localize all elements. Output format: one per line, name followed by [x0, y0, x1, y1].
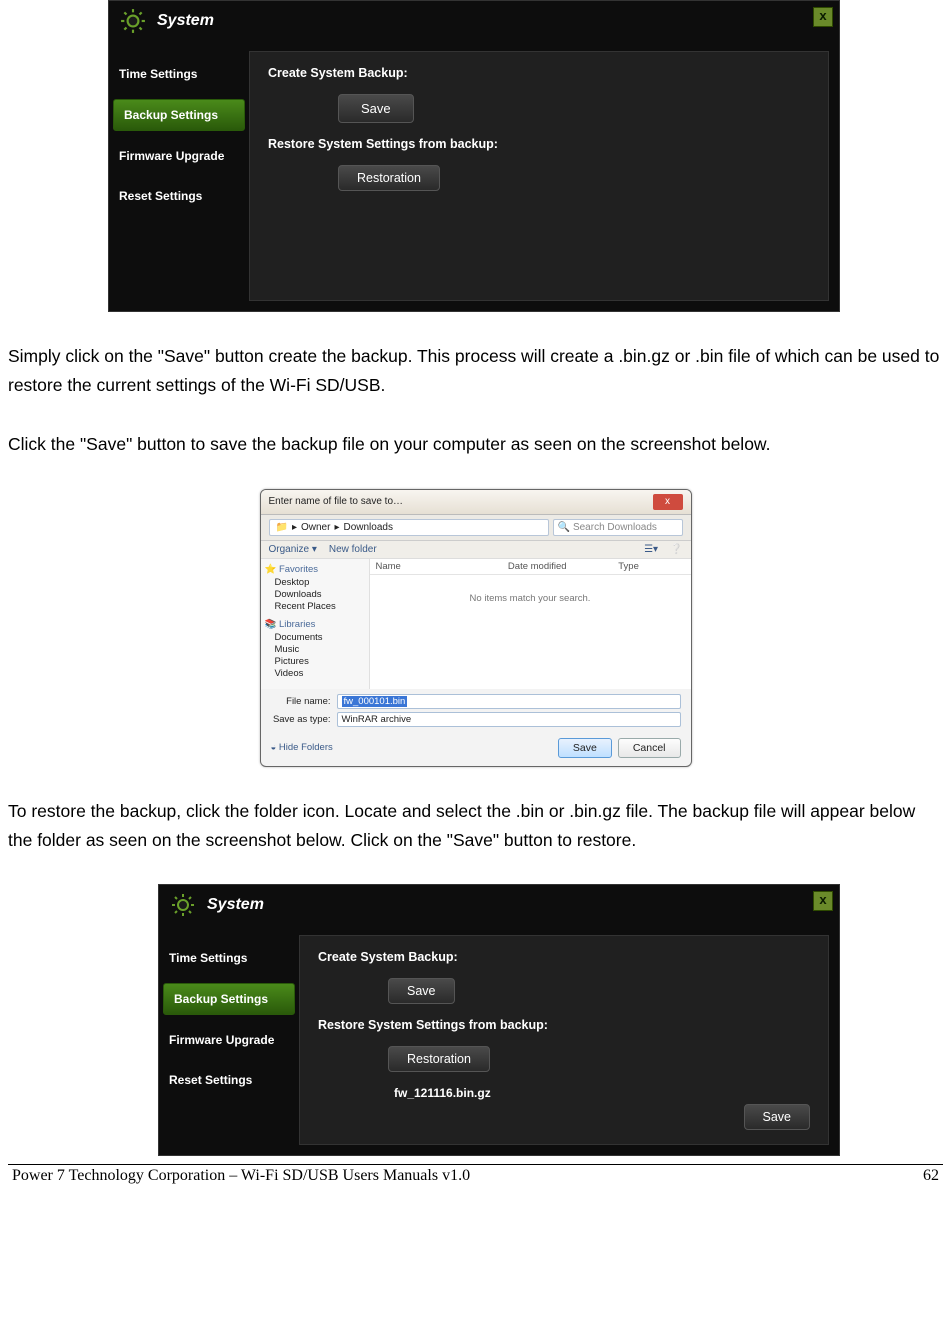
dialog-cancel-button[interactable]: Cancel — [618, 738, 681, 758]
system-nav: Time Settings Backup Settings Firmware U… — [109, 41, 249, 311]
system-panel-2: System x Time Settings Backup Settings F… — [158, 884, 840, 1156]
nav-reset-settings[interactable]: Reset Settings — [159, 1065, 299, 1095]
restore-backup-label: Restore System Settings from backup: — [318, 1018, 810, 1032]
gear-icon — [169, 891, 197, 919]
dialog-save-button[interactable]: Save — [558, 738, 612, 758]
system-panel-header: System x — [159, 885, 839, 925]
nav-backup-settings[interactable]: Backup Settings — [163, 983, 295, 1015]
system-panel-header: System x — [109, 1, 839, 41]
close-icon[interactable]: x — [653, 494, 683, 510]
path-part-owner[interactable]: Owner — [301, 522, 330, 533]
restoration-button[interactable]: Restoration — [338, 165, 440, 191]
folder-tree: ⭐ Favorites Desktop Downloads Recent Pla… — [261, 559, 370, 689]
col-date[interactable]: Date modified — [508, 561, 618, 572]
nav-backup-settings[interactable]: Backup Settings — [113, 99, 245, 131]
save-button[interactable]: Save — [338, 94, 414, 123]
file-list-columns: Name Date modified Type — [370, 559, 691, 575]
gear-icon — [119, 7, 147, 35]
tree-downloads[interactable]: Downloads — [265, 589, 365, 600]
tree-documents[interactable]: Documents — [265, 632, 365, 643]
paragraph-2: Click the "Save" button to save the back… — [8, 430, 943, 459]
system-content: Create System Backup: Save Restore Syste… — [299, 935, 829, 1145]
file-list: Name Date modified Type No items match y… — [370, 559, 691, 689]
save-button[interactable]: Save — [388, 978, 455, 1004]
search-placeholder: Search Downloads — [573, 522, 657, 533]
footer-page-number: 62 — [923, 1167, 939, 1185]
save-type-select[interactable]: WinRAR archive — [337, 712, 681, 727]
file-name-label: File name: — [271, 696, 331, 707]
save-dialog-title: Enter name of file to save to… — [269, 496, 404, 507]
save-dialog-addressbar: 📁 ▸ Owner ▸ Downloads 🔍 Search Downloads — [261, 515, 691, 541]
nav-firmware-upgrade[interactable]: Firmware Upgrade — [109, 141, 249, 171]
path-part-downloads[interactable]: Downloads — [343, 522, 392, 533]
search-icon: 🔍 — [558, 522, 570, 533]
save-type-label: Save as type: — [271, 714, 331, 725]
view-icon[interactable]: ☰▾ — [644, 544, 658, 555]
nav-time-settings[interactable]: Time Settings — [109, 59, 249, 89]
system-panel-1: System x Time Settings Backup Settings F… — [108, 0, 840, 312]
restore-file-name: fw_121116.bin.gz — [318, 1086, 810, 1100]
nav-firmware-upgrade[interactable]: Firmware Upgrade — [159, 1025, 299, 1055]
save-dialog-toolbar: Organize ▾ New folder ☰▾ ❔ — [261, 541, 691, 559]
tree-music[interactable]: Music — [265, 644, 365, 655]
hide-folders-link[interactable]: ◒ Hide Folders — [271, 742, 552, 753]
footer-rule — [8, 1164, 943, 1165]
file-name-input[interactable]: fw_000101.bin — [337, 694, 681, 709]
close-icon[interactable]: x — [813, 891, 833, 911]
path-breadcrumb[interactable]: 📁 ▸ Owner ▸ Downloads — [269, 519, 549, 536]
system-panel-title: System — [207, 896, 264, 914]
nav-reset-settings[interactable]: Reset Settings — [109, 181, 249, 211]
close-icon[interactable]: x — [813, 7, 833, 27]
file-list-empty: No items match your search. — [370, 575, 691, 604]
system-content: Create System Backup: Save Restore Syste… — [249, 51, 829, 301]
system-nav: Time Settings Backup Settings Firmware U… — [159, 925, 299, 1155]
help-icon[interactable]: ❔ — [670, 544, 682, 555]
col-name[interactable]: Name — [376, 561, 508, 572]
create-backup-label: Create System Backup: — [268, 66, 810, 80]
folder-icon: 📁 — [276, 522, 288, 533]
paragraph-3: To restore the backup, click the folder … — [8, 797, 943, 855]
new-folder-button[interactable]: New folder — [329, 544, 377, 555]
save-dialog-titlebar: Enter name of file to save to… x — [261, 490, 691, 515]
tree-libraries[interactable]: 📚 Libraries — [265, 618, 365, 631]
tree-favorites[interactable]: ⭐ Favorites — [265, 563, 365, 576]
tree-desktop[interactable]: Desktop — [265, 577, 365, 588]
search-input[interactable]: 🔍 Search Downloads — [553, 519, 683, 536]
page-footer: Power 7 Technology Corporation – Wi-Fi S… — [8, 1167, 943, 1189]
system-panel-title: System — [157, 12, 214, 30]
restore-backup-label: Restore System Settings from backup: — [268, 137, 810, 151]
tree-videos[interactable]: Videos — [265, 668, 365, 679]
organize-menu[interactable]: Organize ▾ — [269, 544, 317, 555]
footer-left: Power 7 Technology Corporation – Wi-Fi S… — [12, 1167, 923, 1185]
tree-recent-places[interactable]: Recent Places — [265, 601, 365, 612]
col-type[interactable]: Type — [618, 561, 684, 572]
restoration-button[interactable]: Restoration — [388, 1046, 490, 1072]
create-backup-label: Create System Backup: — [318, 950, 810, 964]
paragraph-1: Simply click on the "Save" button create… — [8, 342, 943, 400]
save-dialog: Enter name of file to save to… x 📁 ▸ Own… — [260, 489, 692, 767]
tree-pictures[interactable]: Pictures — [265, 656, 365, 667]
nav-time-settings[interactable]: Time Settings — [159, 943, 299, 973]
bottom-save-button[interactable]: Save — [744, 1104, 811, 1130]
